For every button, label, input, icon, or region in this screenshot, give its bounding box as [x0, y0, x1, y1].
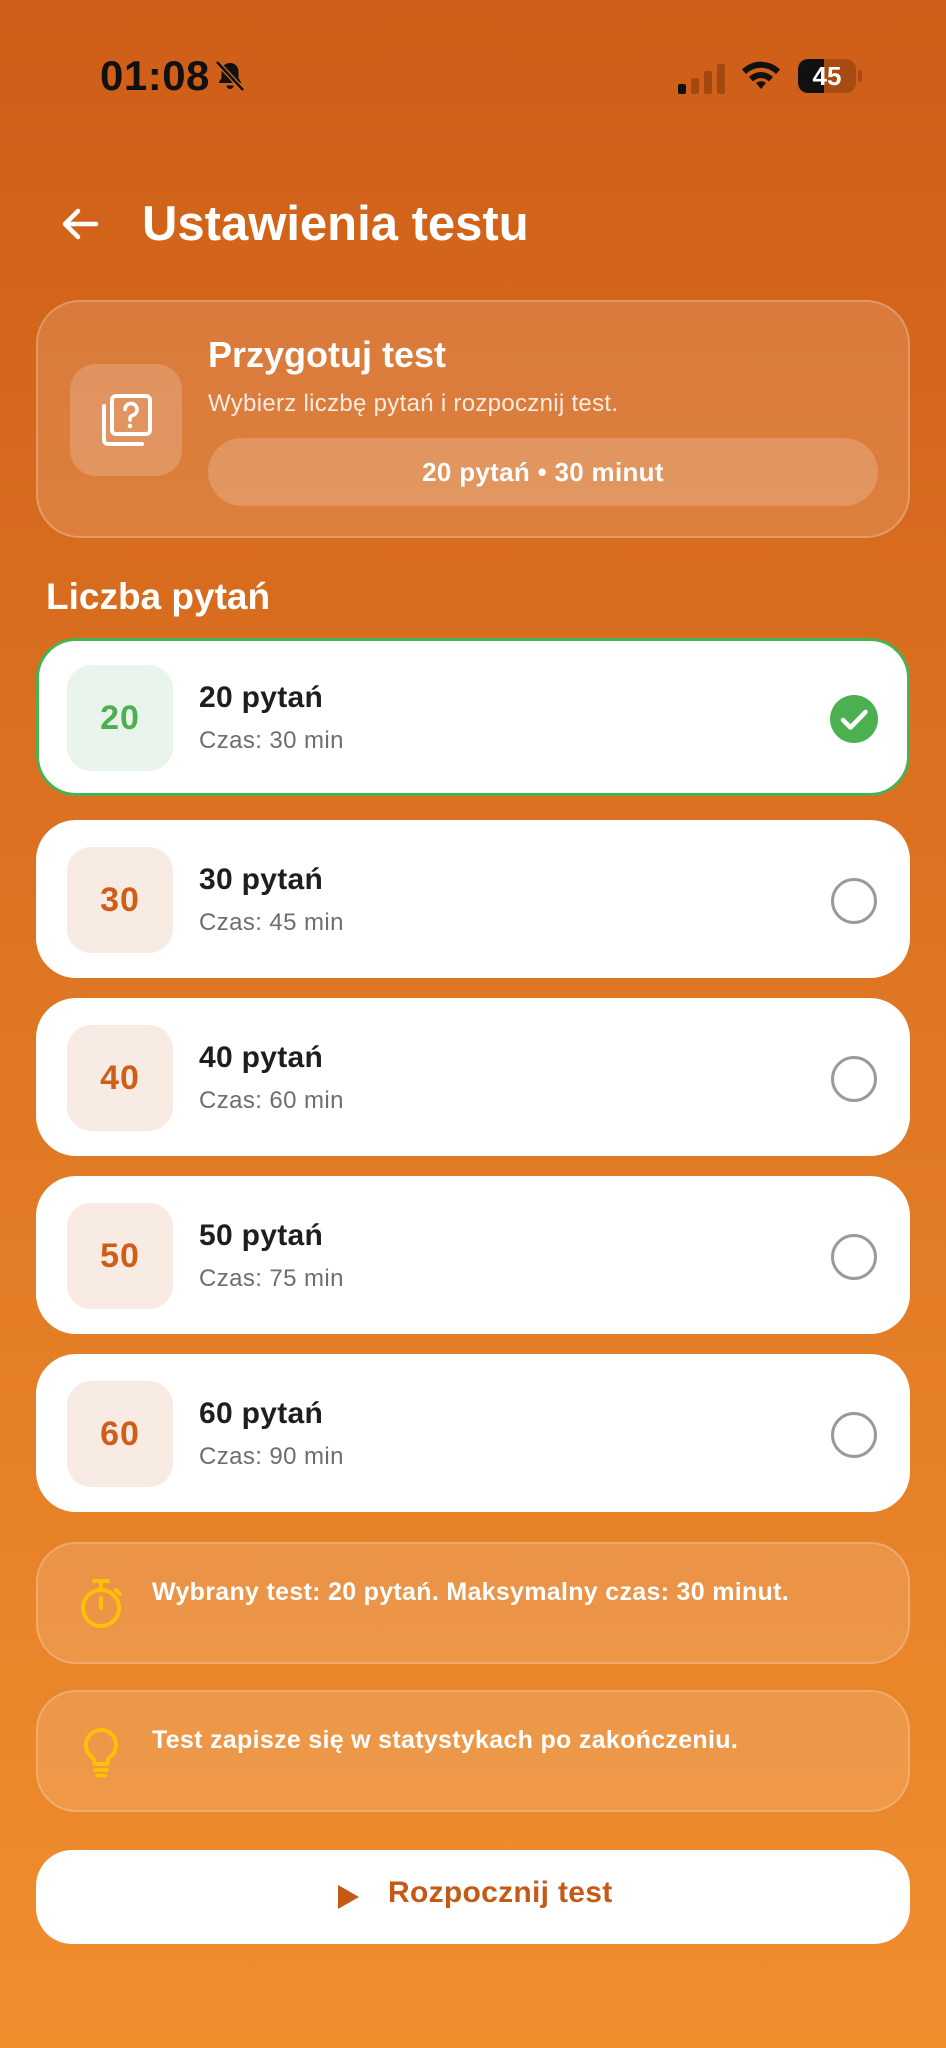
- option-title: 60 pytań: [199, 1397, 324, 1430]
- option-badge: 30: [67, 847, 173, 953]
- radio-unchecked-icon[interactable]: [831, 1412, 877, 1458]
- option-30-questions[interactable]: 30 30 pytań Czas: 45 min: [36, 820, 910, 978]
- option-badge: 20: [67, 665, 173, 771]
- radio-unchecked-icon[interactable]: [831, 878, 877, 924]
- cellular-signal-icon: [678, 64, 725, 94]
- option-40-questions[interactable]: 40 40 pytań Czas: 60 min: [36, 998, 910, 1156]
- quiz-icon-box: [70, 364, 182, 476]
- status-bar: 01:08 45: [0, 0, 946, 150]
- option-title: 50 pytań: [199, 1219, 324, 1252]
- option-20-questions[interactable]: 20 20 pytań Czas: 30 min: [36, 638, 910, 796]
- radio-unchecked-icon[interactable]: [831, 1056, 877, 1102]
- timer-info-card: Wybrany test: 20 pytań. Maksymalny czas:…: [36, 1542, 910, 1664]
- start-test-button[interactable]: Rozpocznij test: [36, 1850, 910, 1944]
- intro-title: Przygotuj test: [208, 334, 447, 375]
- option-50-questions[interactable]: 50 50 pytań Czas: 75 min: [36, 1176, 910, 1334]
- battery-level: 45: [812, 61, 842, 91]
- page-title: Ustawienia testu: [142, 197, 529, 251]
- bell-muted-icon: [215, 60, 245, 92]
- option-duration: Czas: 30 min: [199, 727, 344, 754]
- option-badge: 50: [67, 1203, 173, 1309]
- radio-unchecked-icon[interactable]: [831, 1234, 877, 1280]
- play-icon: [338, 1885, 359, 1909]
- quiz-icon: [102, 394, 152, 446]
- intro-subtitle: Wybierz liczbę pytań i rozpocznij test.: [208, 390, 619, 417]
- back-arrow-icon[interactable]: [52, 196, 108, 252]
- wifi-icon: [742, 61, 780, 89]
- status-time: 01:08: [100, 52, 210, 99]
- option-duration: Czas: 45 min: [199, 909, 344, 936]
- tip-info-text: Test zapisze się w statystykach po zakoń…: [152, 1726, 739, 1754]
- timer-icon: [81, 1579, 122, 1628]
- intro-card: Przygotuj test Wybierz liczbę pytań i ro…: [36, 300, 910, 538]
- option-badge: 60: [67, 1381, 173, 1487]
- option-duration: Czas: 60 min: [199, 1087, 344, 1114]
- option-duration: Czas: 75 min: [199, 1265, 344, 1292]
- test-summary-pill: 20 pytań • 30 minut: [208, 438, 878, 506]
- timer-info-text: Wybrany test: 20 pytań. Maksymalny czas:…: [152, 1578, 789, 1606]
- option-duration: Czas: 90 min: [199, 1443, 344, 1470]
- start-test-label: Rozpocznij test: [388, 1876, 613, 1909]
- option-title: 30 pytań: [199, 863, 324, 896]
- option-title: 40 pytań: [199, 1041, 324, 1074]
- battery-icon: 45: [798, 59, 862, 93]
- option-60-questions[interactable]: 60 60 pytań Czas: 90 min: [36, 1354, 910, 1512]
- check-circle-icon[interactable]: [829, 694, 879, 744]
- option-badge: 40: [67, 1025, 173, 1131]
- lightbulb-icon: [84, 1728, 118, 1778]
- section-label: Liczba pytań: [46, 576, 271, 617]
- tip-info-card: Test zapisze się w statystykach po zakoń…: [36, 1690, 910, 1812]
- option-title: 20 pytań: [199, 681, 324, 714]
